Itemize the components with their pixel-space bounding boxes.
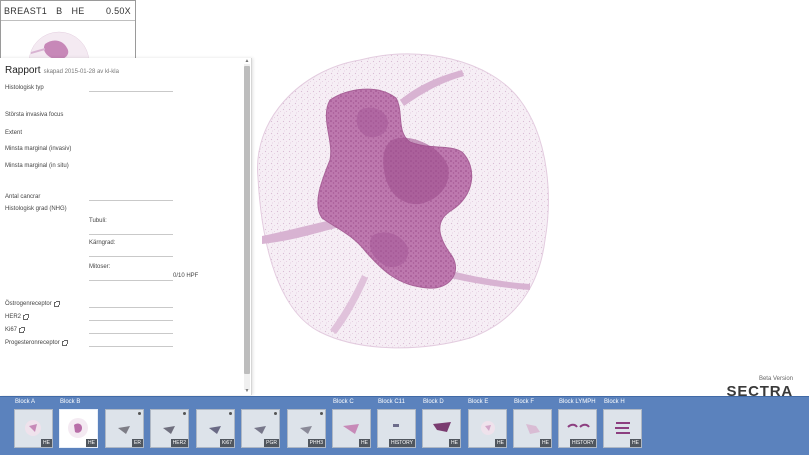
slide-viewer[interactable]: BREAST1 B HE 0.50X Rapport skapad 2015-0… [0, 0, 809, 399]
link-ostrogenreceptor[interactable]: Östrogenreceptor [5, 300, 60, 307]
slide-thumbnail[interactable]: HISTORY [558, 409, 597, 448]
status-dot-icon [183, 412, 186, 415]
overview-thumbnail[interactable] [1, 22, 135, 60]
slide-thumbnail[interactable]: HE [468, 409, 507, 448]
block-label: Block A [15, 399, 36, 405]
mitoses-ratio: 0/10 HPF [173, 273, 199, 279]
slide-thumbnail[interactable]: HE [603, 409, 642, 448]
report-title: Rapport [5, 65, 41, 76]
field-extent: Extent [5, 130, 23, 136]
block-label: Block F [514, 399, 535, 405]
stain-badge: HE [41, 439, 52, 447]
stain-badge: HE [86, 439, 97, 447]
status-dot-icon [138, 412, 141, 415]
link-progesteronreceptor[interactable]: Progesteronreceptor [5, 339, 68, 346]
stain-badge: HISTORY [569, 439, 596, 447]
field-histologisk-grad: Histologisk grad (NHG) [5, 206, 67, 212]
slide-thumbnail[interactable]: PHH3 [287, 409, 326, 448]
field-histologisk-typ: Histologisk typ [5, 85, 44, 91]
field-minsta-marginal-invasiv: Minsta marginal (invasiv) [5, 146, 72, 152]
slide-thumbnail[interactable]: ER [105, 409, 144, 448]
input-histologisk-typ[interactable] [89, 91, 173, 92]
overview-panel[interactable]: BREAST1 B HE 0.50X [0, 0, 136, 60]
stain-badge: PHH3 [307, 439, 325, 447]
report-header: Rapport skapad 2015-01-28 av kl-kla [5, 65, 119, 76]
overview-tissue-image [28, 31, 90, 60]
beta-version-label: Beta Version [758, 376, 793, 382]
link-ki67[interactable]: Ki67 [5, 326, 26, 333]
slide-thumbnail[interactable]: HE [422, 409, 461, 448]
stain-badge: HISTORY [388, 439, 415, 447]
slide-thumbnail-strip: Block A Block B Block C Block C11 Block … [0, 396, 809, 455]
status-dot-icon [229, 412, 232, 415]
input-antal-cancrar[interactable] [89, 200, 173, 201]
subfield-tubuli: Tubuli: [89, 218, 107, 224]
field-antal-cancrar: Antal cancrar [5, 194, 41, 200]
input-progesteronreceptor[interactable] [89, 346, 173, 347]
stain-badge: HER2 [170, 439, 188, 447]
input-her2[interactable] [89, 320, 173, 321]
stain-badge: HE [495, 439, 506, 447]
stain-badge: PGR [264, 439, 279, 447]
field-minsta-marginal-in-situ: Minsta marginal (in situ) [5, 163, 69, 169]
slide-thumbnail[interactable]: HISTORY [377, 409, 416, 448]
block-label: Block LYMPH [559, 399, 596, 405]
scroll-down-arrow-icon[interactable]: ▼ [244, 388, 250, 394]
slide-thumbnail[interactable]: PGR [241, 409, 280, 448]
link-her2[interactable]: HER2 [5, 313, 30, 320]
stain-badge: HE [630, 439, 641, 447]
zoom-level[interactable]: 0.50X [106, 6, 131, 16]
block-label: Block E [468, 399, 489, 405]
slide-thumbnail[interactable]: HE [332, 409, 371, 448]
input-karngrad[interactable] [89, 256, 173, 257]
external-link-icon [53, 300, 60, 307]
report-subtitle: skapad 2015-01-28 av kl-kla [43, 69, 119, 75]
external-link-icon [61, 339, 68, 346]
external-link-icon [19, 326, 26, 333]
status-dot-icon [274, 412, 277, 415]
slide-thumbnail[interactable]: HE [513, 409, 552, 448]
slide-thumbnail[interactable]: HE [14, 409, 53, 448]
report-panel: Rapport skapad 2015-01-28 av kl-kla Hist… [0, 58, 252, 395]
stain-badge: ER [132, 439, 143, 447]
stain-badge: HE [359, 439, 370, 447]
stain-badge: HE [540, 439, 551, 447]
block-label: Block D [423, 399, 444, 405]
subfield-mitoser: Mitoser: [89, 264, 111, 270]
scrollbar-thumb[interactable] [244, 66, 250, 374]
slide-thumbnail[interactable]: Ki67 [196, 409, 235, 448]
slide-thumbnail[interactable]: HER2 [150, 409, 189, 448]
block-label: Block B [60, 399, 81, 405]
input-tubuli[interactable] [89, 234, 173, 235]
status-dot-icon [320, 412, 323, 415]
overview-header: BREAST1 B HE 0.50X [1, 1, 135, 21]
case-id: BREAST1 [4, 5, 48, 16]
stain-label: HE [71, 5, 85, 16]
stain-badge: Ki67 [219, 439, 234, 447]
field-storsta-invasiva-focus: Största invasiva focus [5, 112, 64, 118]
subfield-karngrad: Kärngrad: [89, 240, 116, 246]
stain-badge: HE [449, 439, 460, 447]
external-link-icon [23, 313, 30, 320]
block-label: Block C11 [378, 399, 405, 405]
input-ostrogenreceptor[interactable] [89, 307, 173, 308]
block-id: B [56, 5, 63, 16]
slide-thumbnail-active[interactable]: HE [59, 409, 98, 448]
block-label: Block C [333, 399, 354, 405]
input-ki67[interactable] [89, 333, 173, 334]
block-label: Block H [604, 399, 625, 405]
input-mitoser[interactable] [89, 280, 173, 281]
pathology-viewer-window: BREAST1 B HE 0.50X Rapport skapad 2015-0… [0, 0, 809, 455]
